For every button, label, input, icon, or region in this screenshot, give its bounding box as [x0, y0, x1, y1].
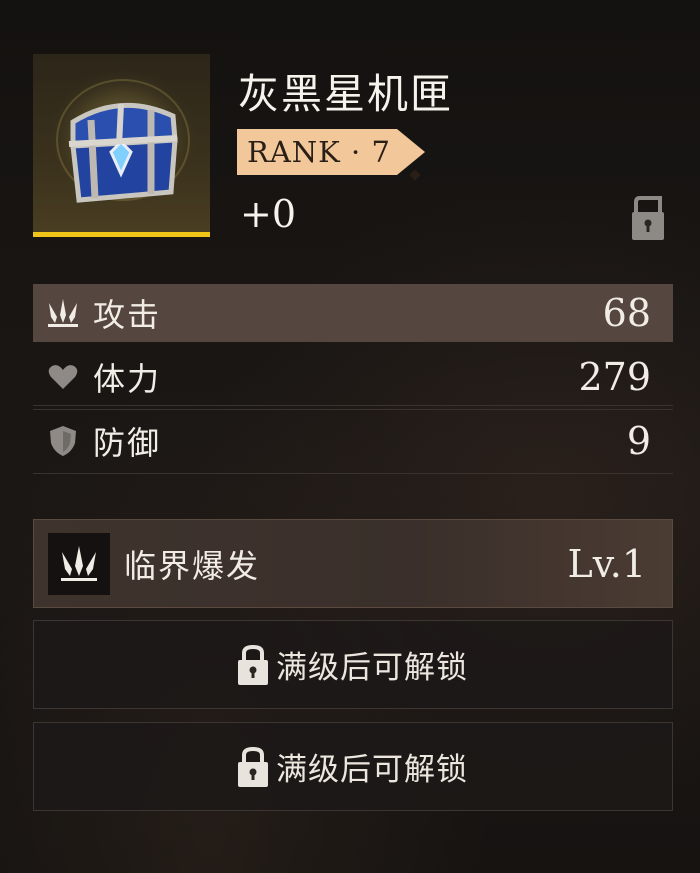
rank-dot-icon: [409, 169, 421, 181]
padlock-icon: [238, 644, 268, 685]
triple-blade-icon: [33, 297, 93, 329]
triple-blade-icon: [61, 545, 97, 581]
skill-panel[interactable]: 临界爆发 Lv.1: [33, 519, 673, 608]
locked-text: 满级后可解锁: [276, 752, 468, 788]
stat-row-stamina: 体力 279: [33, 348, 673, 410]
stat-label: 攻击: [93, 296, 162, 334]
heart-icon: [33, 364, 93, 390]
locked-slot-2: 满级后可解锁: [33, 722, 673, 811]
stat-value: 279: [578, 355, 651, 399]
skill-name: 临界爆发: [124, 546, 261, 585]
unlocked-padlock-icon: [632, 196, 664, 240]
rarity-bar: [33, 232, 210, 237]
enhance-level: +0: [240, 192, 297, 236]
treasure-chest-icon: [45, 68, 201, 212]
stat-row-attack: 攻击 68: [33, 284, 673, 342]
locked-text: 满级后可解锁: [276, 650, 468, 686]
padlock-icon: [238, 746, 268, 787]
item-image-frame: [33, 54, 210, 237]
stat-label: 防御: [93, 424, 162, 462]
rank-label: RANK · 7: [237, 129, 397, 175]
item-name: 灰黑星机匣: [238, 70, 453, 118]
stat-value: 9: [626, 419, 651, 463]
rank-badge-tip: [396, 129, 425, 181]
rank-badge: RANK · 7: [237, 129, 425, 181]
divider: [33, 473, 673, 474]
skill-icon-box: [48, 532, 110, 595]
stat-row-defense: 防御 9: [33, 412, 673, 474]
skill-level: Lv.1: [567, 541, 646, 586]
lock-toggle-button[interactable]: [632, 194, 664, 244]
stat-label: 体力: [93, 360, 162, 398]
divider: [33, 409, 673, 410]
divider: [33, 405, 673, 406]
stat-value: 68: [602, 291, 651, 335]
shield-icon: [33, 425, 93, 457]
locked-slot-1: 满级后可解锁: [33, 620, 673, 709]
